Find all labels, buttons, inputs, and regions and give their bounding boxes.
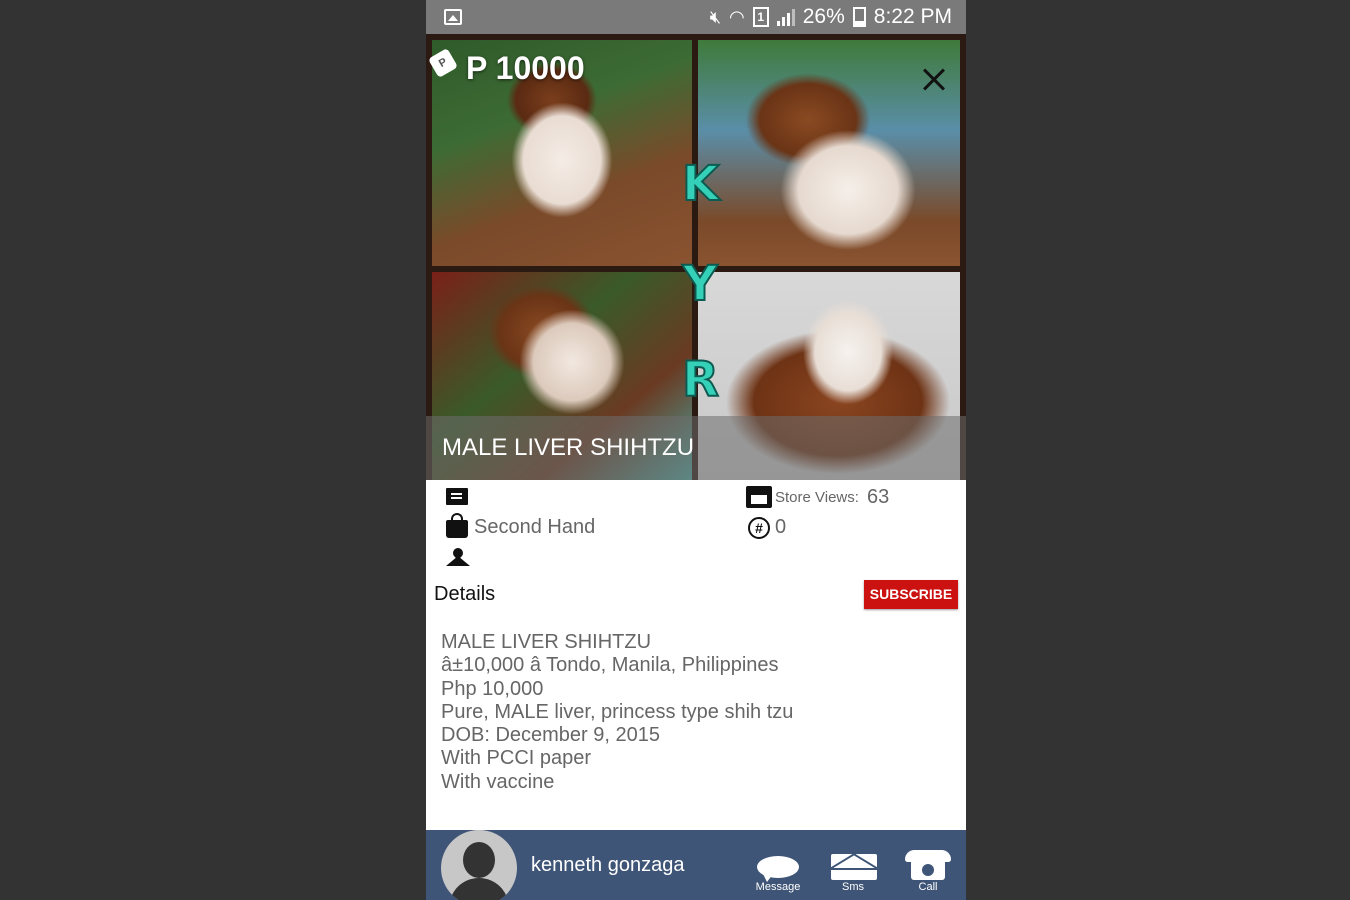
mute-icon: 🔇︎ bbox=[709, 7, 722, 27]
condition-bag-icon bbox=[446, 513, 468, 538]
title-band: MALE LIVER SHIHTZU bbox=[426, 416, 966, 480]
details-heading: Details bbox=[434, 583, 496, 605]
overlay-letter-r: R bbox=[681, 351, 720, 409]
clock: 8:22 PM bbox=[873, 5, 952, 28]
store-views-value: 63 bbox=[867, 486, 890, 508]
location-pin-icon bbox=[446, 552, 470, 566]
signal-icon bbox=[776, 8, 795, 26]
gallery-icon bbox=[444, 9, 462, 25]
description-line: MALE LIVER SHIHTZU bbox=[441, 631, 652, 653]
hash-icon: # bbox=[748, 517, 770, 539]
store-views-label: Store Views: bbox=[775, 489, 859, 506]
description-line: Pure, MALE liver, princess type shih tzu bbox=[441, 700, 794, 723]
sms-button[interactable]: Sms bbox=[823, 848, 883, 900]
listing-photo-collage[interactable]: K Y R P P 10000 MALE LIVER SHIHTZU bbox=[426, 34, 966, 480]
description-line: â±10,000 â Tondo, Manila, Philippines bbox=[441, 654, 779, 677]
overlay-letter-k: K bbox=[681, 155, 720, 213]
wifi-icon: ◠ bbox=[729, 7, 745, 27]
category-book-icon bbox=[446, 488, 468, 505]
message-bubble-icon bbox=[757, 856, 799, 882]
seller-name[interactable]: kenneth gonzaga bbox=[531, 854, 684, 877]
description-line: With PCCI paper bbox=[441, 747, 592, 770]
overlay-letter-y: Y bbox=[682, 255, 719, 313]
listing-info: Second Hand Store Views: 63 # 0 bbox=[426, 480, 966, 572]
call-button[interactable]: Call bbox=[898, 848, 958, 900]
description-line: DOB: December 9, 2015 bbox=[441, 724, 660, 747]
status-icons: 🔇︎ ◠ 1 26% 8:22 PM bbox=[710, 5, 952, 29]
seller-contact-bar: kenneth gonzaga Message Sms Call bbox=[426, 830, 966, 900]
listing-description: MALE LIVER SHIHTZU â±10,000 â Tondo, Man… bbox=[441, 631, 951, 794]
description-line: With vaccine bbox=[441, 770, 555, 793]
seller-avatar[interactable] bbox=[441, 830, 517, 900]
envelope-icon bbox=[831, 854, 877, 880]
call-label: Call bbox=[918, 881, 938, 893]
app-screen: 🔇︎ ◠ 1 26% 8:22 PM K Y R P P 10000 MALE … bbox=[426, 0, 966, 900]
phone-icon bbox=[905, 850, 951, 880]
description-line: Php 10,000 bbox=[441, 677, 544, 700]
message-label: Message bbox=[755, 881, 801, 893]
sim-1-icon: 1 bbox=[752, 7, 769, 27]
subscribe-button[interactable]: SUBSCRIBE bbox=[864, 580, 958, 609]
listing-title: MALE LIVER SHIHTZU bbox=[442, 434, 695, 461]
item-count-value: 0 bbox=[775, 516, 787, 538]
message-button[interactable]: Message bbox=[748, 848, 808, 900]
store-icon bbox=[746, 486, 772, 508]
battery-percent: 26% bbox=[802, 5, 845, 28]
status-bar: 🔇︎ ◠ 1 26% 8:22 PM bbox=[426, 0, 966, 34]
sms-label: Sms bbox=[842, 881, 864, 893]
listing-price: P 10000 bbox=[466, 50, 585, 86]
condition-text: Second Hand bbox=[474, 516, 596, 538]
battery-charging-icon bbox=[852, 7, 866, 27]
close-icon[interactable] bbox=[916, 62, 952, 98]
